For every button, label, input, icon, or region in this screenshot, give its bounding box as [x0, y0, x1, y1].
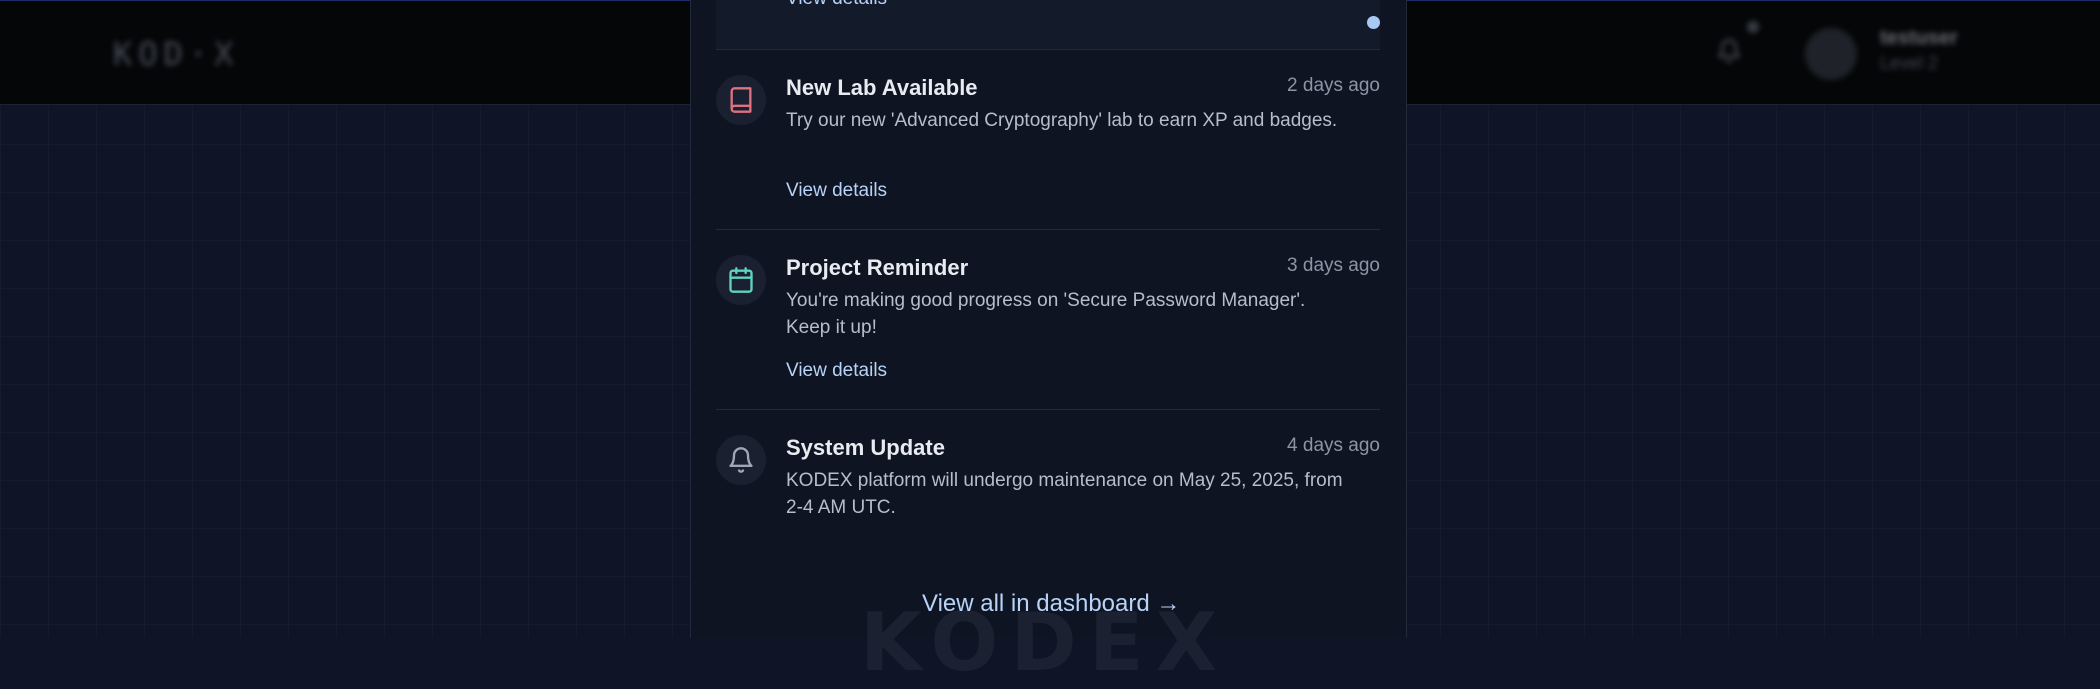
notification-item-previous[interactable]: View details — [716, 0, 1380, 50]
notification-time: 3 days ago — [1287, 255, 1380, 276]
nav-bell-icon[interactable] — [1716, 37, 1742, 65]
notification-title: System Update — [786, 435, 945, 460]
logo[interactable]: KOD·X — [113, 35, 239, 73]
notification-title: New Lab Available — [786, 75, 978, 100]
view-details-link[interactable]: View details — [786, 180, 887, 202]
notification-description: KODEX platform will undergo maintenance … — [786, 470, 1343, 518]
notification-title: Project Reminder — [786, 255, 969, 280]
view-all-dashboard-link[interactable]: View all in dashboard → — [922, 590, 1180, 618]
notification-description: Try our new 'Advanced Cryptography' lab … — [786, 110, 1338, 131]
view-details-link[interactable]: View details — [786, 0, 887, 10]
notification-indicator — [1747, 21, 1759, 33]
calendar-icon — [716, 255, 766, 305]
user-level: Level 2 — [1880, 53, 1939, 73]
user-name[interactable]: testuser — [1880, 27, 1958, 50]
divider — [716, 229, 1380, 230]
notification-time: 4 days ago — [1287, 435, 1380, 456]
divider — [716, 409, 1380, 410]
book-icon — [716, 75, 766, 125]
avatar[interactable] — [1805, 28, 1857, 80]
bell-icon — [716, 435, 766, 485]
notification-description: You're making good progress on 'Secure P… — [786, 290, 1306, 338]
notification-time: 2 days ago — [1287, 75, 1380, 96]
unread-dot — [1367, 16, 1380, 29]
view-details-link[interactable]: View details — [786, 360, 887, 382]
